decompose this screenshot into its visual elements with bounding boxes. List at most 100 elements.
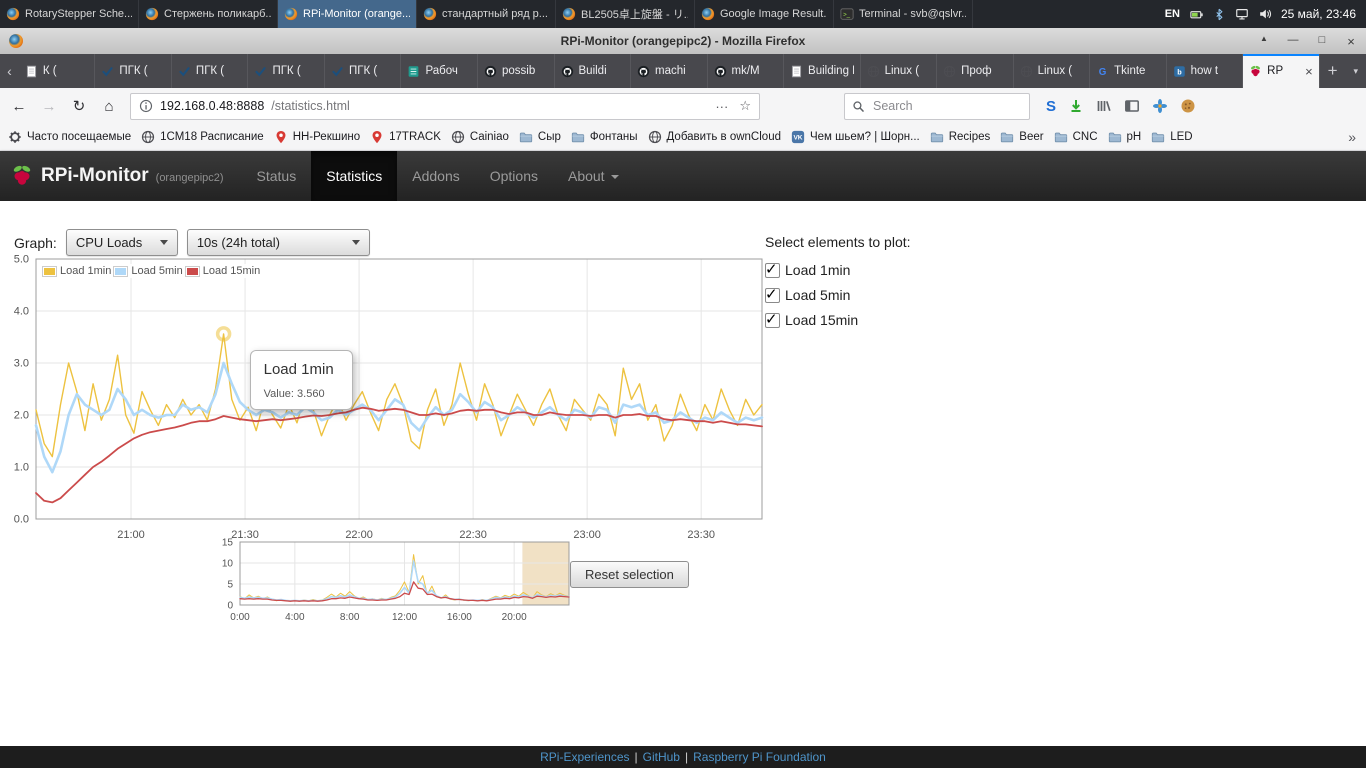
- bookmark-item[interactable]: НН-Рекшино: [274, 130, 360, 144]
- volume-icon[interactable]: [1258, 7, 1272, 21]
- x-tick-label: 20:00: [502, 612, 527, 623]
- tab[interactable]: possib: [478, 54, 555, 88]
- bookmark-folder[interactable]: CNC: [1054, 130, 1098, 144]
- tab[interactable]: Linux (: [1014, 54, 1091, 88]
- taskbar-window-button[interactable]: Стержень поликарб...: [139, 0, 278, 28]
- plot-element-row: Load 15min: [765, 310, 911, 328]
- tab[interactable]: Building L: [784, 54, 861, 88]
- tab[interactable]: machi: [631, 54, 708, 88]
- taskbar-window-button[interactable]: Terminal - svb@qslvr...: [834, 0, 973, 28]
- firefox-icon: [284, 7, 298, 21]
- tab[interactable]: ПГК (: [325, 54, 402, 88]
- tab[interactable]: mk/M: [708, 54, 785, 88]
- battery-icon[interactable]: [1189, 7, 1204, 22]
- search-bar[interactable]: [844, 92, 1030, 120]
- tab[interactable]: Tkinte: [1090, 54, 1167, 88]
- bookmark-item[interactable]: 17TRACK: [370, 130, 441, 144]
- nav-item-options[interactable]: Options: [475, 151, 553, 201]
- taskbar-window-button[interactable]: BL2505卓上旋盤 - リ...: [556, 0, 695, 28]
- taskbar-window-button[interactable]: RotaryStepper Sche...: [0, 0, 139, 28]
- tab-active[interactable]: RP ×: [1243, 54, 1320, 88]
- download-icon[interactable]: [1068, 98, 1084, 114]
- bluetooth-icon[interactable]: [1213, 8, 1226, 21]
- tab[interactable]: К (: [19, 54, 96, 88]
- bookmark-item[interactable]: Часто посещаемые: [8, 130, 131, 144]
- tab[interactable]: ПГК (: [172, 54, 249, 88]
- reset-selection-button[interactable]: Reset selection: [570, 561, 689, 588]
- nav-item-statistics[interactable]: Statistics: [311, 151, 398, 201]
- tab[interactable]: Linux (: [861, 54, 938, 88]
- footer-link-rpi-experiences[interactable]: RPi-Experiences: [540, 750, 629, 764]
- nav-item-addons[interactable]: Addons: [397, 151, 474, 201]
- cookie-extension-icon[interactable]: [1180, 98, 1196, 114]
- shade-window-button[interactable]: ▲: [1257, 34, 1271, 49]
- clock[interactable]: 25 май, 23:46: [1281, 7, 1356, 21]
- bookmark-folder[interactable]: pH: [1108, 130, 1141, 144]
- tab[interactable]: ПГК (: [95, 54, 172, 88]
- bookmark-item[interactable]: 1СМ18 Расписание: [141, 130, 264, 144]
- y-tick-label: 15: [222, 538, 234, 549]
- bookmark-folder[interactable]: Beer: [1000, 130, 1044, 144]
- interval-select[interactable]: 10s (24h total): [186, 229, 370, 256]
- session-manager-icon[interactable]: S: [1046, 98, 1056, 115]
- brand[interactable]: RPi-Monitor (orangepipc2): [0, 151, 242, 201]
- url-bar[interactable]: 192.168.0.48:8888/statistics.html ··· ☆: [130, 92, 760, 120]
- minimize-window-button[interactable]: —: [1286, 34, 1300, 49]
- all-tabs-button[interactable]: ▾: [1345, 54, 1366, 88]
- cpu-load-chart[interactable]: 21:00 21:30 22:00 22:30 23:00 23:300.01.02.03…: [0, 255, 775, 549]
- window-titlebar[interactable]: RPi-Monitor (orangepipc2) - Mozilla Fire…: [0, 28, 1366, 55]
- maximize-window-button[interactable]: □: [1315, 34, 1329, 49]
- footer-link-github[interactable]: GitHub: [643, 750, 680, 764]
- page-actions-icon[interactable]: ···: [715, 99, 728, 114]
- nav-item-status[interactable]: Status: [242, 151, 312, 201]
- new-tab-button[interactable]: +: [1320, 54, 1346, 88]
- taskbar-window-title: BL2505卓上旋盤 - リ...: [581, 9, 688, 21]
- tab[interactable]: Buildi: [555, 54, 632, 88]
- search-input[interactable]: [871, 98, 1005, 114]
- back-button[interactable]: ←: [6, 93, 32, 119]
- nav-item-about[interactable]: About: [553, 151, 634, 201]
- plot-area[interactable]: [36, 259, 762, 519]
- tab[interactable]: ПГК (: [248, 54, 325, 88]
- folder-icon: [930, 130, 944, 144]
- pinwheel-extension-icon[interactable]: [1152, 98, 1168, 114]
- taskbar-window-button[interactable]: Google Image Result...: [695, 0, 834, 28]
- bookmark-star-icon[interactable]: ☆: [739, 98, 751, 114]
- sidebar-icon[interactable]: [1124, 98, 1140, 114]
- bookmark-item[interactable]: Cainiao: [451, 130, 509, 144]
- bookmark-folder[interactable]: Сыр: [519, 130, 561, 144]
- bookmark-item[interactable]: Чем шьем? | Шорн...: [791, 130, 920, 144]
- bookmark-item[interactable]: Добавить в ownCloud: [648, 130, 781, 144]
- site-info-icon[interactable]: [139, 99, 153, 113]
- tab-label: ПГК (: [195, 65, 225, 77]
- library-icon[interactable]: [1096, 98, 1112, 114]
- keyboard-layout-indicator[interactable]: EN: [1165, 8, 1180, 20]
- nav-item-label: Status: [256, 168, 297, 184]
- home-button[interactable]: ⌂: [96, 93, 122, 119]
- plot-element-label: Load 15min: [785, 312, 859, 328]
- footer-link-raspberry-pi-foundation[interactable]: Raspberry Pi Foundation: [693, 750, 826, 764]
- pin-icon: [274, 130, 288, 144]
- forward-button[interactable]: →: [36, 93, 62, 119]
- bookmark-folder[interactable]: Recipes: [930, 130, 990, 144]
- footer-separator: |: [684, 750, 689, 764]
- tab[interactable]: Рабоч: [401, 54, 478, 88]
- overview-chart[interactable]: 0:00 4:00 8:00 12:00 16:00 20:00 0 5 10 15: [220, 538, 576, 628]
- github-icon: [561, 65, 574, 78]
- interval-select-value: 10s (24h total): [196, 235, 280, 250]
- taskbar-window-button[interactable]: стандартный ряд р...: [417, 0, 556, 28]
- bookmark-label: Фонтаны: [589, 131, 638, 143]
- graph-type-select[interactable]: CPU Loads: [65, 229, 178, 256]
- tab[interactable]: Проф: [937, 54, 1014, 88]
- taskbar-window-button-active[interactable]: RPi-Monitor (orange...: [278, 0, 417, 28]
- bookmark-label: Cainiao: [469, 131, 509, 143]
- reload-button[interactable]: ↻: [66, 93, 92, 119]
- bookmarks-overflow-chevron-icon[interactable]: »: [1340, 124, 1366, 149]
- tab[interactable]: how t: [1167, 54, 1244, 88]
- bookmark-folder[interactable]: Фонтаны: [571, 130, 638, 144]
- bookmark-folder[interactable]: LED: [1151, 130, 1193, 144]
- close-window-button[interactable]: ×: [1344, 34, 1358, 49]
- network-icon[interactable]: [1235, 7, 1249, 21]
- tab-scroll-left-button[interactable]: ‹: [0, 54, 19, 88]
- tab-close-icon[interactable]: ×: [1305, 65, 1313, 78]
